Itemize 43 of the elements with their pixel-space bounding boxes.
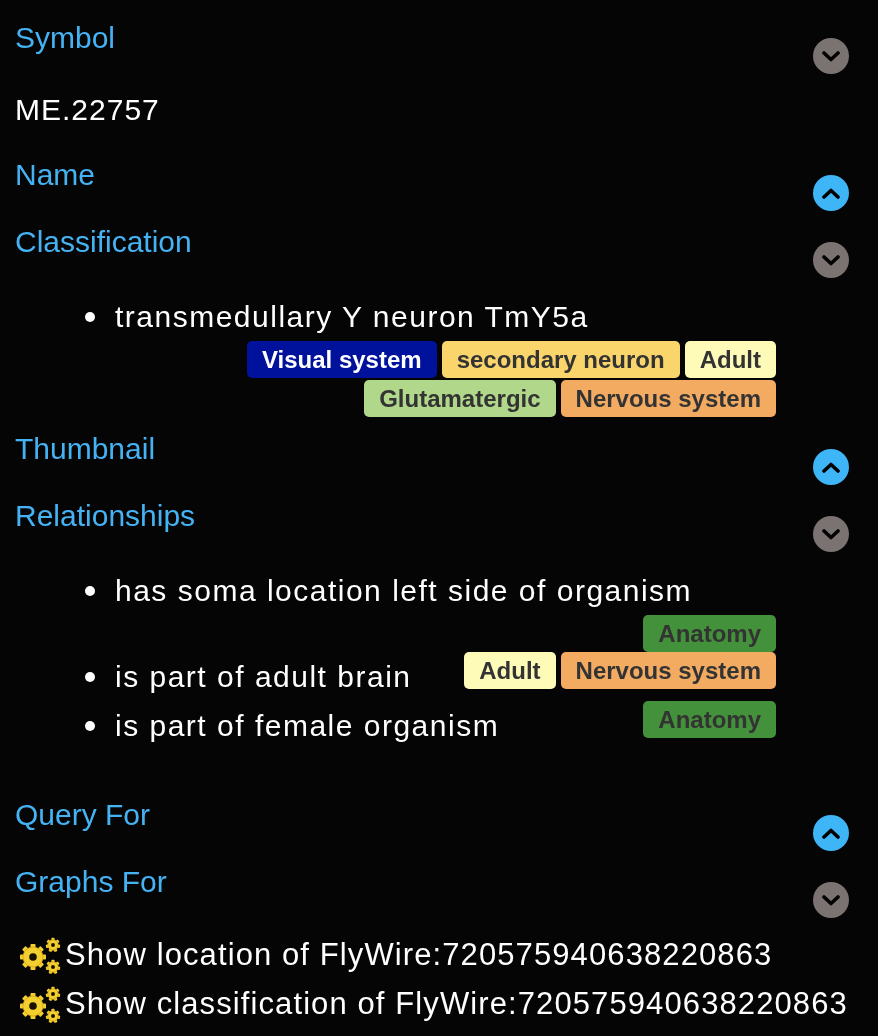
- chevron-up-icon: [822, 187, 840, 199]
- query-link[interactable]: Show classification of FlyWire:720575940638220863: [18, 980, 849, 1029]
- section-title: Thumbnail: [15, 431, 156, 467]
- chevron-down-icon: [822, 894, 840, 906]
- tag: Anatomy: [643, 615, 776, 652]
- section-title: Query For: [15, 797, 151, 833]
- toggle-button[interactable]: [813, 516, 849, 552]
- bullet-icon: [85, 585, 95, 596]
- toggle-button[interactable]: [813, 882, 849, 918]
- tag: Adult: [464, 652, 556, 689]
- tag: secondary neuron: [441, 341, 680, 378]
- toggle-button[interactable]: [813, 815, 849, 851]
- section-title: Classification: [15, 224, 192, 260]
- query-link[interactable]: Show location of FlyWire:720575940638220863: [18, 931, 849, 980]
- list-item-text: transmedullary Y neuron TmY5a: [115, 299, 589, 335]
- chevron-up-icon: [822, 461, 840, 473]
- section-title: Graphs For: [15, 864, 167, 900]
- chevron-down-icon: [822, 50, 840, 62]
- tag: Adult: [684, 341, 776, 378]
- toggle-button[interactable]: [813, 38, 849, 74]
- bullet-icon: [85, 720, 95, 731]
- list-item-text: has soma location left side of organism: [115, 573, 693, 609]
- list-item-text: is part of female organism: [115, 708, 500, 744]
- chevron-down-icon: [822, 254, 840, 266]
- list-item-text: is part of adult brain: [115, 659, 412, 695]
- section-title: Name: [15, 157, 96, 193]
- bullet-icon: [85, 671, 95, 682]
- chevron-down-icon: [822, 528, 840, 540]
- tag: Nervous system: [560, 380, 776, 417]
- symbol-value: ME.22757: [15, 92, 161, 128]
- chevron-up-icon: [822, 827, 840, 839]
- bullet-icon: [85, 311, 95, 322]
- tag: Anatomy: [643, 701, 776, 738]
- tag: Glutamatergic: [364, 380, 556, 417]
- toggle-button[interactable]: [813, 449, 849, 485]
- section-title: Relationships: [15, 498, 196, 534]
- section-title: Symbol: [15, 20, 116, 56]
- tag: Nervous system: [560, 652, 776, 689]
- gears-icon: [18, 935, 62, 976]
- tag: Visual system: [246, 341, 437, 378]
- toggle-button[interactable]: [813, 242, 849, 278]
- toggle-button[interactable]: [813, 175, 849, 211]
- gears-icon: [18, 984, 62, 1025]
